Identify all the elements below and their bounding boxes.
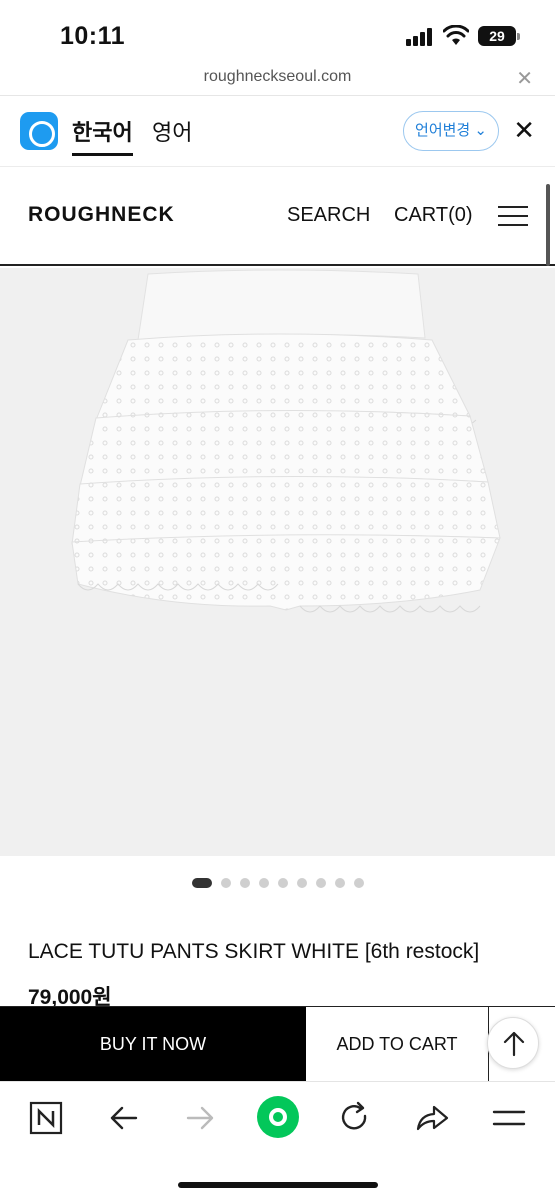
close-icon[interactable]: ✕ <box>513 115 535 146</box>
carousel-dot[interactable] <box>315 878 326 888</box>
naver-n-icon[interactable] <box>24 1096 68 1140</box>
url-text[interactable]: roughneckseoul.com <box>0 68 555 86</box>
reload-icon[interactable] <box>332 1096 376 1140</box>
carousel-dot[interactable] <box>191 878 212 888</box>
wifi-icon <box>443 25 469 45</box>
carousel-dot[interactable] <box>334 878 345 888</box>
skirt-product-photo <box>71 269 501 613</box>
carousel-dot[interactable] <box>277 878 288 888</box>
home-indicator <box>178 1182 378 1188</box>
carousel-dot[interactable] <box>239 878 250 888</box>
menu-icon[interactable] <box>487 1096 531 1140</box>
add-to-cart-button[interactable]: ADD TO CART <box>306 1007 489 1081</box>
carousel-dot[interactable] <box>220 878 231 888</box>
translate-bar: 한국어 영어 언어변경 ⌄ ✕ <box>0 97 555 167</box>
scroll-to-top-button[interactable] <box>487 1017 539 1069</box>
tab-english[interactable]: 영어 <box>152 115 192 153</box>
chevron-down-icon: ⌄ <box>474 122 487 139</box>
hamburger-menu-icon[interactable] <box>498 206 528 226</box>
carousel-dot[interactable] <box>296 878 307 888</box>
share-icon[interactable] <box>410 1096 454 1140</box>
forward-arrow-icon[interactable] <box>178 1096 222 1140</box>
scrollbar[interactable] <box>546 184 550 266</box>
product-title: LACE TUTU PANTS SKIRT WHITE [6th restock… <box>28 940 480 963</box>
tab-korean[interactable]: 한국어 <box>72 115 133 156</box>
browser-toolbar <box>0 1081 555 1200</box>
status-time: 10:11 <box>60 22 126 50</box>
papago-translate-icon[interactable] <box>20 112 58 150</box>
image-carousel-dots[interactable] <box>0 876 555 890</box>
battery-icon: 29 <box>478 26 520 46</box>
carousel-dot[interactable] <box>353 878 364 888</box>
status-bar: 10:11 29 <box>0 0 555 62</box>
product-image[interactable] <box>0 268 555 856</box>
change-language-button[interactable]: 언어변경 ⌄ <box>403 111 499 151</box>
buy-now-button[interactable]: BUY IT NOW <box>0 1007 306 1081</box>
change-language-label: 언어변경 <box>415 122 471 139</box>
site-header: ROUGHNECK SEARCH CART(0) <box>0 168 555 266</box>
cart-link[interactable]: CART(0) <box>394 204 473 227</box>
arrow-up-icon <box>503 1031 525 1057</box>
action-bar: BUY IT NOW ADD TO CART <box>0 1006 555 1081</box>
site-logo[interactable]: ROUGHNECK <box>28 203 175 227</box>
url-bar[interactable]: roughneckseoul.com ✕ <box>0 62 555 96</box>
carousel-dot[interactable] <box>258 878 269 888</box>
search-link[interactable]: SEARCH <box>287 204 370 227</box>
signal-icon <box>406 28 436 46</box>
url-close-icon[interactable]: ✕ <box>516 66 533 91</box>
back-arrow-icon[interactable] <box>102 1096 146 1140</box>
green-home-icon[interactable] <box>255 1094 301 1140</box>
